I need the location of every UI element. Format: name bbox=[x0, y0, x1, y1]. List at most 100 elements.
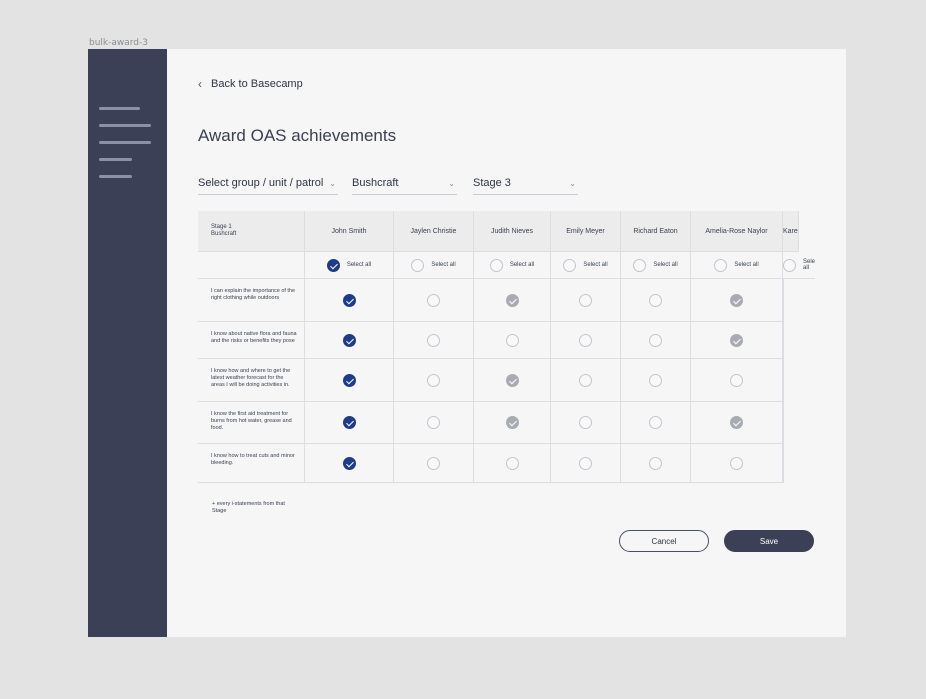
achievement-checkbox[interactable] bbox=[427, 373, 440, 387]
achievement-checkbox[interactable] bbox=[730, 456, 743, 470]
achievement-checkbox[interactable] bbox=[579, 373, 592, 387]
sidebar bbox=[88, 49, 167, 637]
achievement-cell[interactable] bbox=[621, 402, 691, 444]
person-column-header: Amelia-Rose Naylor bbox=[691, 211, 783, 252]
achievement-checkbox[interactable] bbox=[427, 293, 440, 307]
achievement-cell[interactable] bbox=[691, 402, 783, 444]
achievement-cell[interactable] bbox=[551, 444, 621, 483]
achievement-checkbox[interactable] bbox=[579, 333, 592, 347]
achievement-checkbox[interactable] bbox=[579, 416, 592, 429]
achievement-cell[interactable] bbox=[474, 279, 551, 322]
achievement-cell[interactable] bbox=[474, 402, 551, 444]
achievement-cell[interactable] bbox=[621, 444, 691, 483]
achievement-checkbox[interactable] bbox=[342, 333, 356, 347]
statement-cell: I can explain the importance of the righ… bbox=[198, 279, 305, 322]
achievement-checkbox[interactable] bbox=[505, 416, 519, 429]
achievement-cell[interactable] bbox=[621, 322, 691, 359]
select-all-radio[interactable] bbox=[563, 258, 577, 272]
achievement-cell[interactable] bbox=[551, 402, 621, 444]
achievement-checkbox[interactable] bbox=[730, 416, 743, 429]
achievement-cell[interactable] bbox=[394, 444, 474, 483]
select-all-radio[interactable] bbox=[326, 258, 340, 272]
achievement-cell[interactable] bbox=[551, 322, 621, 359]
select-all-radio[interactable] bbox=[489, 258, 503, 272]
achievement-cell[interactable] bbox=[551, 359, 621, 402]
achievement-cell[interactable] bbox=[305, 279, 394, 322]
person-name: Kare bbox=[783, 227, 798, 235]
achievement-checkbox[interactable] bbox=[505, 333, 519, 347]
select-all-row-label bbox=[198, 252, 305, 279]
achievement-checkbox[interactable] bbox=[342, 456, 356, 470]
select-all-radio[interactable] bbox=[411, 258, 425, 272]
achievement-cell[interactable] bbox=[305, 444, 394, 483]
achievement-cell[interactable] bbox=[691, 322, 783, 359]
achievement-checkbox[interactable] bbox=[730, 373, 743, 387]
hamburger-menu-icon[interactable] bbox=[99, 107, 151, 181]
group-select[interactable]: Select group / unit / patrol ⌄ bbox=[198, 177, 338, 195]
achievement-checkbox[interactable] bbox=[649, 293, 662, 307]
achievement-cell[interactable] bbox=[551, 279, 621, 322]
achievement-cell[interactable] bbox=[474, 444, 551, 483]
achievement-checkbox[interactable] bbox=[342, 293, 356, 307]
person-name: Judith Nieves bbox=[490, 227, 534, 235]
select-all-cell[interactable]: Select all bbox=[551, 252, 621, 279]
back-to-basecamp-link[interactable]: ‹ Back to Basecamp bbox=[198, 77, 303, 91]
achievement-checkbox[interactable] bbox=[579, 456, 592, 470]
achievement-checkbox[interactable] bbox=[427, 333, 440, 347]
select-all-cell[interactable]: Select all bbox=[474, 252, 551, 279]
cancel-button[interactable]: Cancel bbox=[619, 530, 709, 552]
achievement-checkbox[interactable] bbox=[505, 373, 519, 387]
achievement-cell[interactable] bbox=[394, 322, 474, 359]
select-all-radio[interactable] bbox=[783, 258, 796, 272]
stage-select[interactable]: Stage 3 ⌄ bbox=[473, 177, 578, 195]
achievement-checkbox[interactable] bbox=[505, 293, 519, 307]
select-all-radio[interactable] bbox=[633, 258, 647, 272]
achievement-cell bbox=[783, 402, 784, 444]
achievement-cell[interactable] bbox=[394, 359, 474, 402]
select-all-cell[interactable]: Select all bbox=[691, 252, 783, 279]
select-all-cell[interactable]: Select all bbox=[394, 252, 474, 279]
select-all-cell[interactable]: Select all bbox=[783, 252, 815, 279]
select-all-cell[interactable]: Select all bbox=[621, 252, 691, 279]
achievement-checkbox[interactable] bbox=[649, 333, 662, 347]
achievement-cell[interactable] bbox=[691, 279, 783, 322]
achievement-cell[interactable] bbox=[305, 359, 394, 402]
achievement-checkbox[interactable] bbox=[649, 456, 662, 470]
group-select-value: Select group / unit / patrol bbox=[198, 177, 324, 189]
achievement-cell[interactable] bbox=[621, 359, 691, 402]
achievement-checkbox[interactable] bbox=[649, 416, 662, 429]
achievement-cell[interactable] bbox=[474, 359, 551, 402]
achievement-cell[interactable] bbox=[305, 402, 394, 444]
select-all-radio[interactable] bbox=[714, 258, 728, 272]
achievement-checkbox[interactable] bbox=[505, 456, 519, 470]
achievement-checkbox[interactable] bbox=[342, 416, 356, 429]
person-name: Amelia-Rose Naylor bbox=[705, 227, 768, 235]
save-button[interactable]: Save bbox=[724, 530, 814, 552]
achievement-cell[interactable] bbox=[691, 359, 783, 402]
achievement-checkbox[interactable] bbox=[342, 373, 356, 387]
achievement-cell[interactable] bbox=[474, 322, 551, 359]
achievement-checkbox[interactable] bbox=[579, 293, 592, 307]
select-all-cell[interactable]: Select all bbox=[305, 252, 394, 279]
achievement-checkbox[interactable] bbox=[427, 456, 440, 470]
stage-label: Stage 1 bbox=[211, 224, 232, 230]
page-title: Award OAS achievements bbox=[198, 126, 397, 145]
statement-cell: I know the first aid treatment for burns… bbox=[198, 402, 305, 444]
achievement-cell[interactable] bbox=[621, 279, 691, 322]
achievement-cell[interactable] bbox=[305, 322, 394, 359]
achievement-cell[interactable] bbox=[394, 279, 474, 322]
achievement-checkbox[interactable] bbox=[427, 416, 440, 429]
achievement-checkbox[interactable] bbox=[730, 333, 743, 347]
app-window: ‹ Back to Basecamp Award OAS achievement… bbox=[88, 49, 846, 637]
statement-text: I know the first aid treatment for burns… bbox=[211, 411, 292, 431]
person-column-header: John Smith bbox=[305, 211, 394, 252]
chevron-down-icon: ⌄ bbox=[448, 179, 455, 188]
back-link-label: Back to Basecamp bbox=[211, 78, 303, 90]
achievement-cell[interactable] bbox=[691, 444, 783, 483]
person-name: Richard Eaton bbox=[633, 227, 678, 235]
category-select[interactable]: Bushcraft ⌄ bbox=[352, 177, 457, 195]
achievement-checkbox[interactable] bbox=[730, 293, 743, 307]
achievement-checkbox[interactable] bbox=[649, 373, 662, 387]
statement-cell: I know about native flora and fauna and … bbox=[198, 322, 305, 359]
achievement-cell[interactable] bbox=[394, 402, 474, 444]
